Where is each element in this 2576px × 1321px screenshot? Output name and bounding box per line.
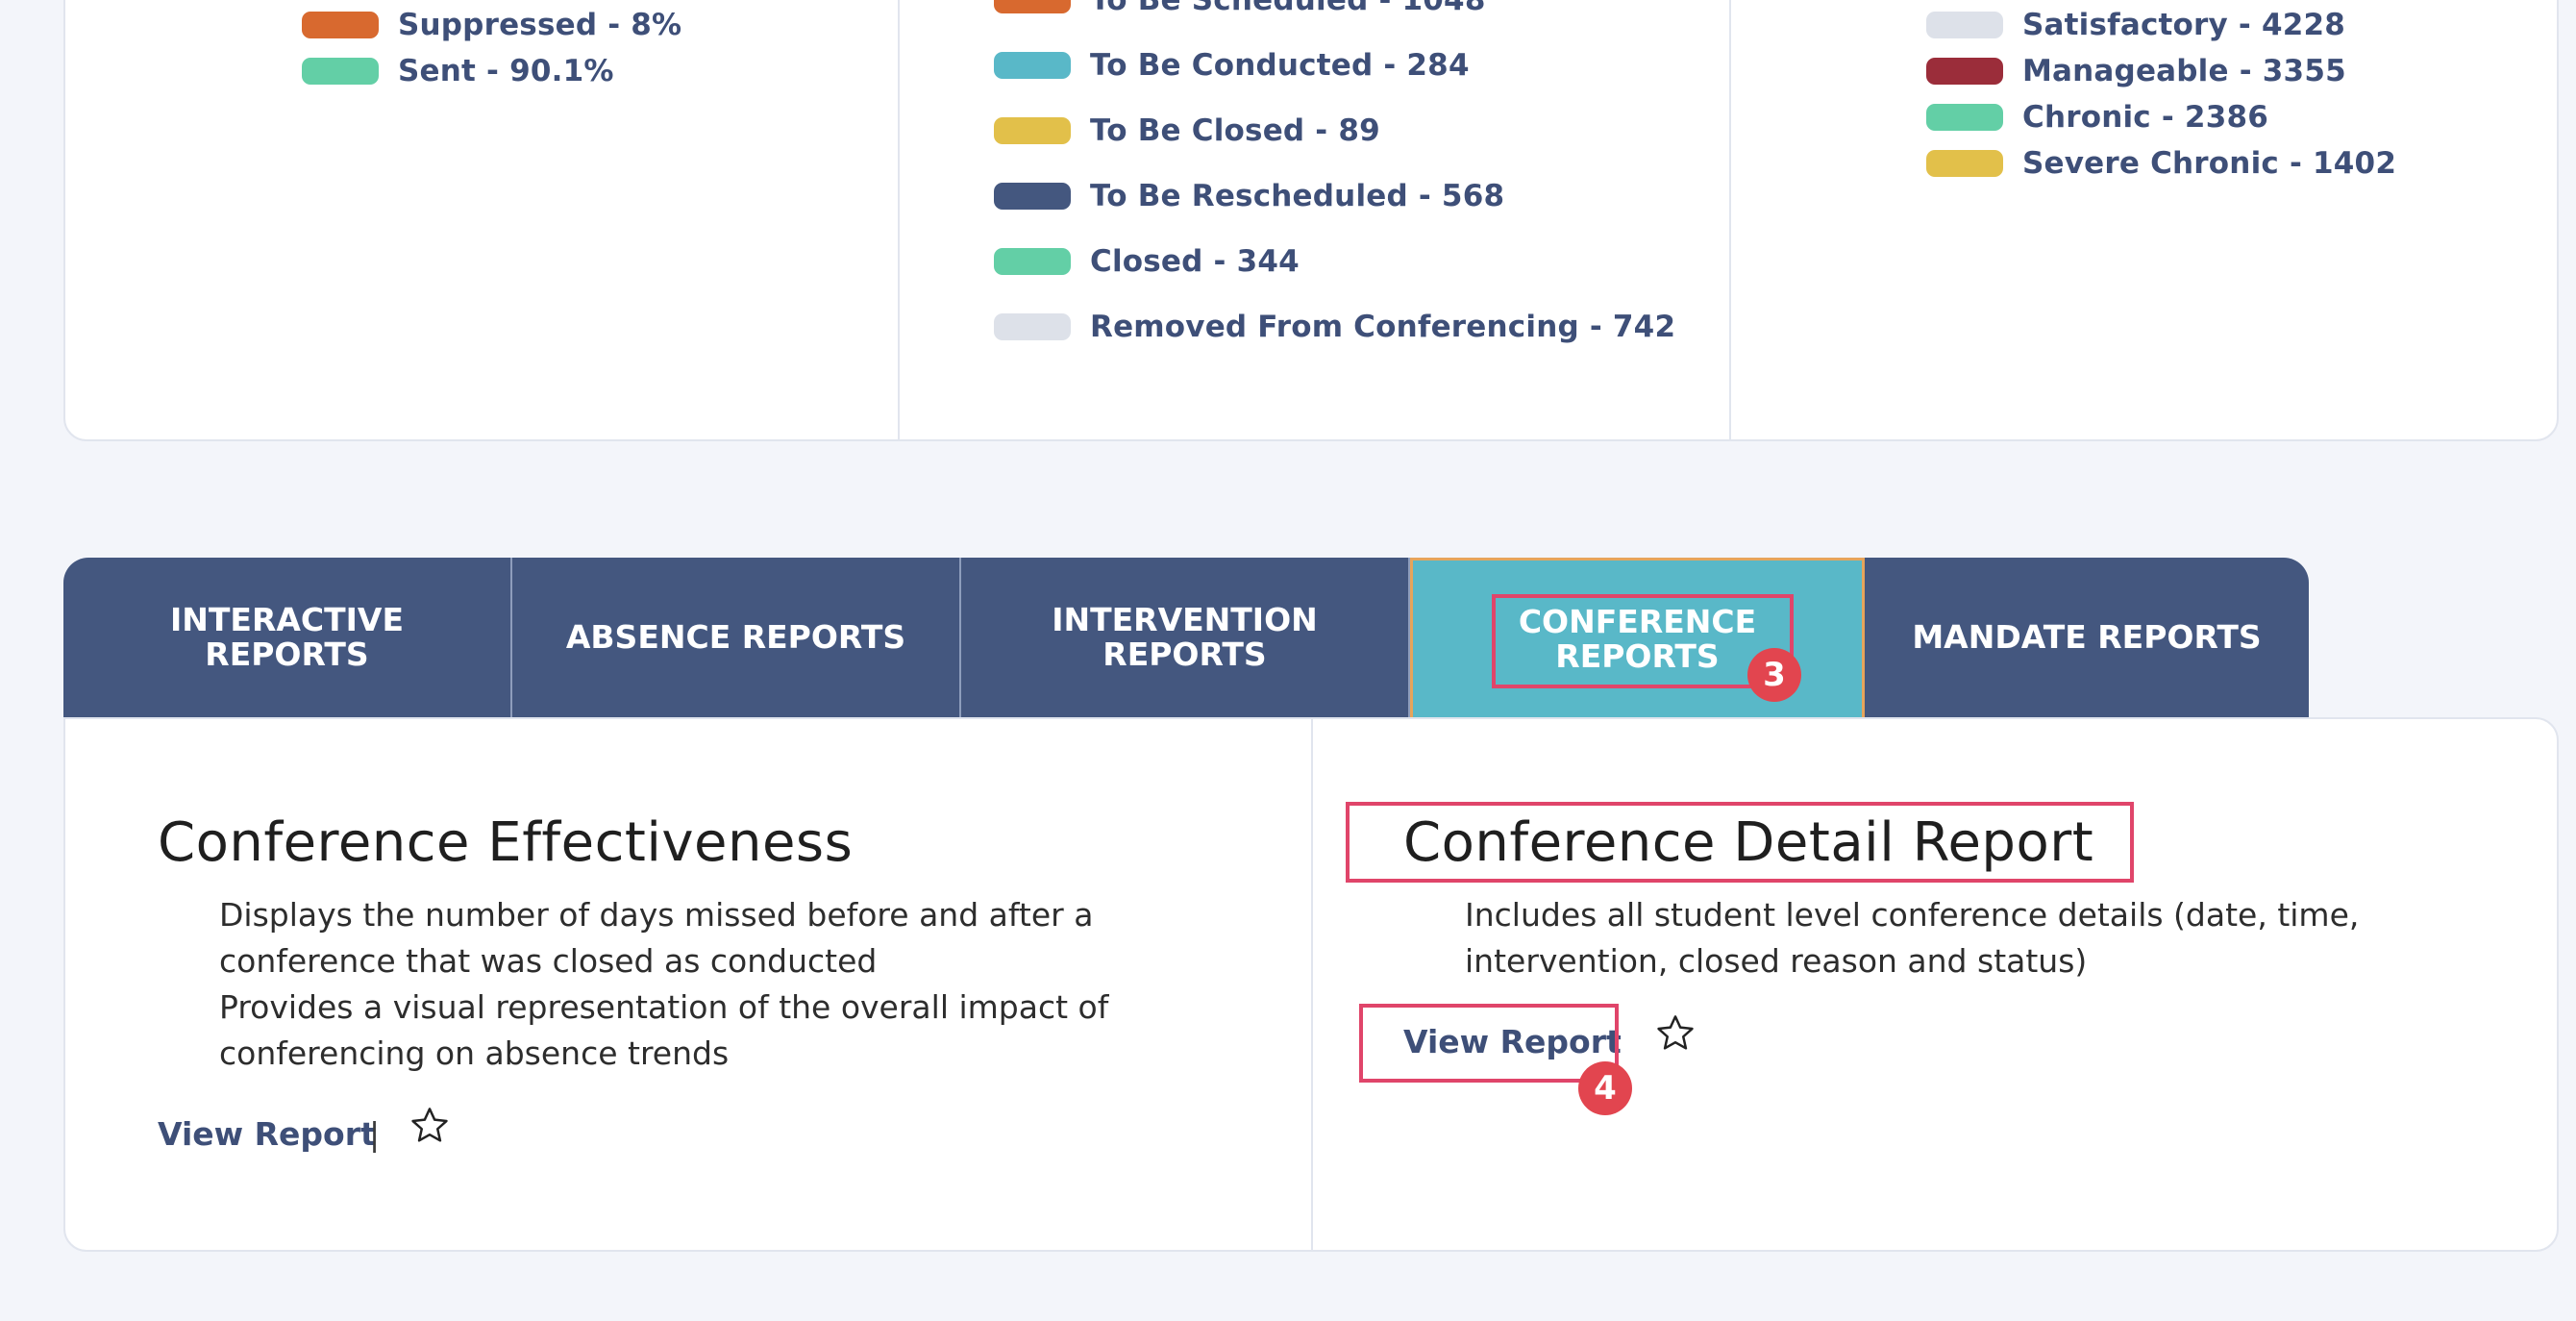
legend-item-to-be-closed: To Be Closed - 89 [994, 113, 1380, 148]
tab-label: INTERVENTION [1052, 601, 1318, 638]
legend-label: Severe Chronic - 1402 [2022, 146, 2397, 181]
legend-swatch [994, 183, 1071, 210]
description-line: conferencing on absence trends [219, 1034, 730, 1072]
column-divider [1311, 719, 1313, 1250]
tab-absence-reports[interactable]: ABSENCE REPORTS [512, 558, 961, 717]
legend-swatch [994, 0, 1071, 13]
tab-intervention-reports[interactable]: INTERVENTION REPORTS [961, 558, 1410, 717]
legend-item-removed-from-conferencing: Removed From Conferencing - 742 [994, 310, 1675, 344]
legend-swatch [302, 58, 379, 85]
report-tabs: INTERACTIVE REPORTS ABSENCE REPORTS INTE… [63, 558, 2309, 717]
report-panel: Conference Effectiveness Displays the nu… [63, 717, 2559, 1252]
legend-label: Removed From Conferencing - 742 [1090, 310, 1676, 344]
legend-item-severe-chronic: Severe Chronic - 1402 [1926, 146, 2396, 181]
legend-item-chronic: Chronic - 2386 [1926, 100, 2268, 135]
legend-label: Suppressed - 8% [398, 8, 682, 42]
tab-label: INTERACTIVE [170, 601, 404, 638]
tab-conference-reports[interactable]: CONFERENCE REPORTS [1410, 558, 1865, 717]
step-badge-4: 4 [1578, 1061, 1632, 1115]
legend-swatch [994, 313, 1071, 340]
legend-label: To Be Conducted - 284 [1090, 48, 1470, 83]
legend-item-sent: Sent - 90.1% [302, 54, 614, 88]
description-line: Displays the number of days missed befor… [219, 896, 1094, 934]
column-divider [1729, 0, 1731, 439]
legend-swatch [1926, 104, 2003, 131]
description-line: conference that was closed as conducted [219, 942, 878, 980]
legend-label: Chronic - 2386 [2022, 100, 2269, 135]
legend-item-manageable: Manageable - 3355 [1926, 54, 2346, 88]
legend-item-to-be-conducted: To Be Conducted - 284 [994, 48, 1470, 83]
report-description: Displays the number of days missed befor… [219, 892, 1108, 1077]
legend-label: To Be Closed - 89 [1090, 113, 1380, 148]
legend-swatch [994, 248, 1071, 275]
column-divider [898, 0, 900, 439]
tab-interactive-reports[interactable]: INTERACTIVE REPORTS [63, 558, 512, 717]
report-description: Includes all student level conference de… [1465, 892, 2359, 985]
legend-swatch [994, 52, 1071, 79]
tab-label: REPORTS [1102, 636, 1267, 673]
legend-swatch [1926, 58, 2003, 85]
tab-label: MANDATE REPORTS [1912, 618, 2262, 656]
legend-item-to-be-scheduled: To Be Scheduled - 1048 [994, 0, 1486, 17]
tab-label: ABSENCE REPORTS [565, 618, 906, 656]
tab-label: REPORTS [1555, 636, 1720, 675]
description-line: intervention, closed reason and status) [1465, 942, 2088, 980]
legend-swatch [302, 12, 379, 38]
description-line: Includes all student level conference de… [1465, 896, 2360, 934]
legend-swatch [1926, 12, 2003, 38]
view-report-link-effectiveness[interactable]: View Report [158, 1115, 376, 1153]
report-title-conference-detail: Conference Detail Report [1403, 811, 2094, 874]
view-report-link-detail[interactable]: View Report [1403, 1023, 1622, 1060]
legend-label: Sent - 90.1% [398, 54, 614, 88]
report-title-conference-effectiveness: Conference Effectiveness [158, 811, 854, 874]
tab-label: REPORTS [205, 636, 369, 673]
link-separator: | [369, 1115, 381, 1153]
favorite-star-icon[interactable] [408, 1104, 452, 1148]
legend-swatch [1926, 150, 2003, 177]
tab-mandate-reports[interactable]: MANDATE REPORTS [1865, 558, 2309, 717]
legend-label: Closed - 344 [1090, 244, 1300, 279]
legend-item-to-be-rescheduled: To Be Rescheduled - 568 [994, 179, 1504, 213]
legend-swatch [994, 117, 1071, 144]
step-badge-3: 3 [1747, 648, 1801, 702]
favorite-star-icon[interactable] [1653, 1011, 1697, 1056]
legend-label: Manageable - 3355 [2022, 54, 2346, 88]
description-line: Provides a visual representation of the … [219, 988, 1109, 1026]
legend-item-suppressed: Suppressed - 8% [302, 8, 681, 42]
tab-label: CONFERENCE [1518, 602, 1757, 640]
legend-item-closed: Closed - 344 [994, 244, 1300, 279]
legend-label: Satisfactory - 4228 [2022, 8, 2346, 42]
legend-item-satisfactory: Satisfactory - 4228 [1926, 8, 2345, 42]
legend-label: To Be Scheduled - 1048 [1090, 0, 1486, 17]
summary-card: Suppressed - 8% Sent - 90.1% To Be Sched… [63, 0, 2559, 441]
legend-label: To Be Rescheduled - 568 [1090, 179, 1505, 213]
